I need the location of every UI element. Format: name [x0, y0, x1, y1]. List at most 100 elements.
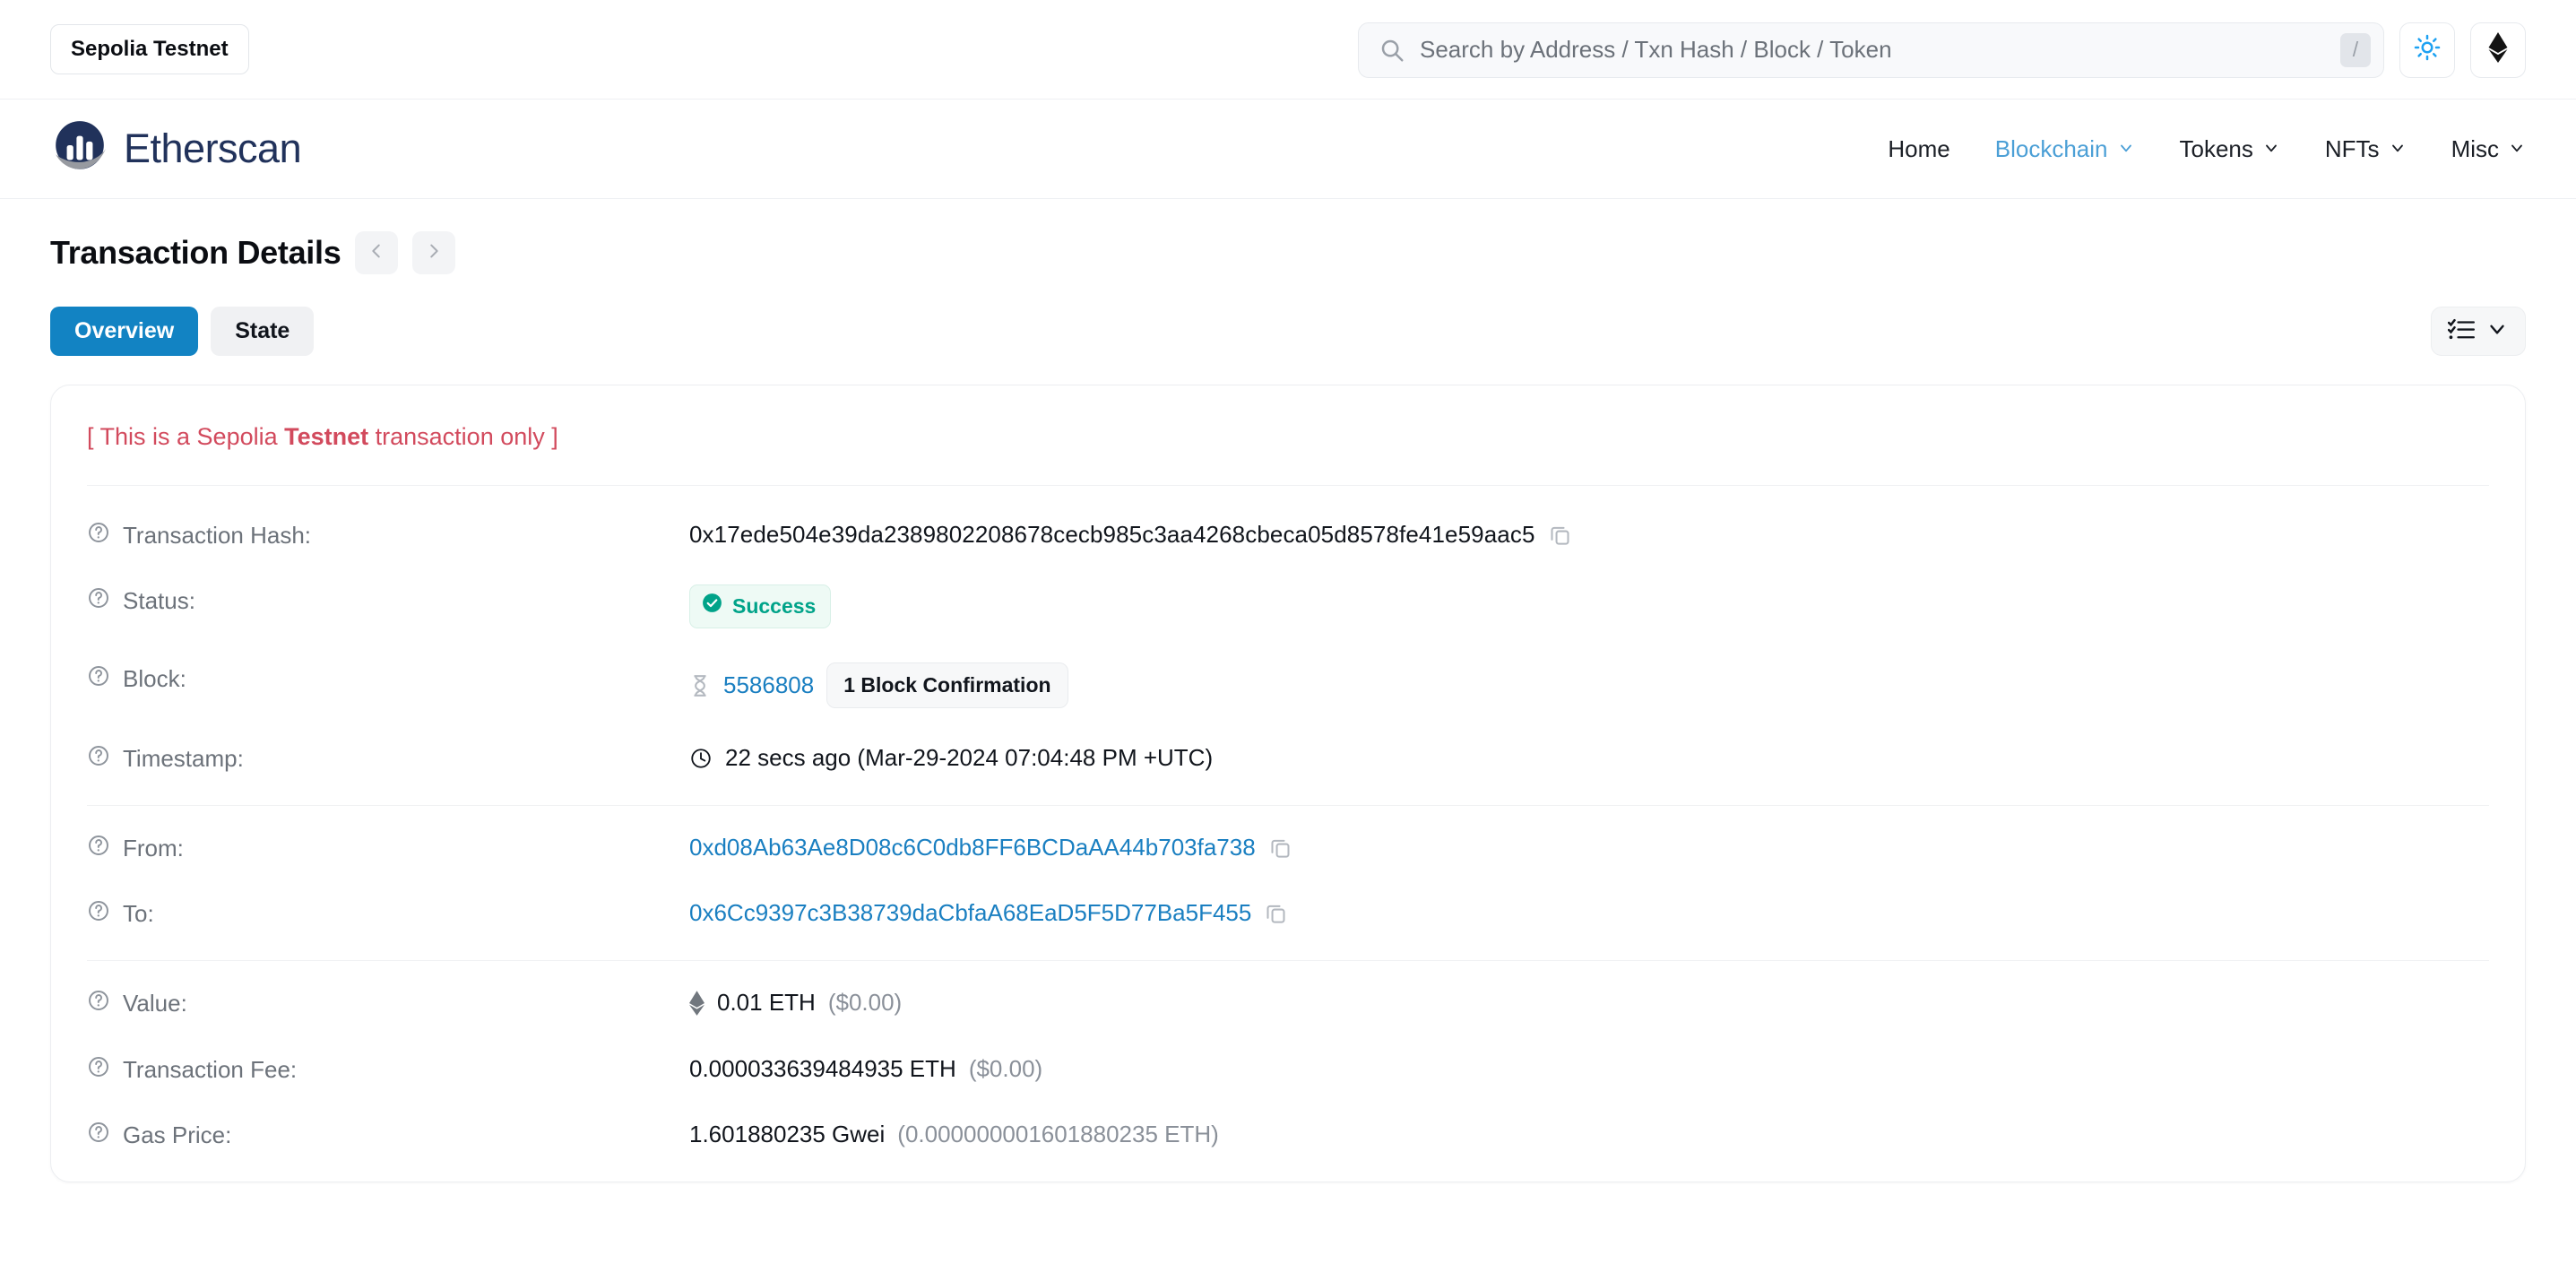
- help-icon[interactable]: [87, 1055, 110, 1085]
- ethereum-icon: [2488, 32, 2508, 67]
- label-text: Status:: [123, 587, 195, 615]
- copy-icon[interactable]: [1268, 835, 1292, 860]
- nav-item-label: Tokens: [2180, 135, 2253, 163]
- row-status: Status: Success: [87, 567, 2489, 645]
- label-text: To:: [123, 900, 154, 928]
- group-participants: From: 0xd08Ab63Ae8D08c6C0db8FF6BCDaAA44b…: [87, 806, 2489, 961]
- group-transaction-identity: Transaction Hash: 0x17ede504e39da2389802…: [87, 486, 2489, 806]
- transaction-details-card: [ This is a Sepolia Testnet transaction …: [50, 385, 2526, 1182]
- help-icon[interactable]: [87, 521, 110, 550]
- topbar-right-cluster: /: [1358, 0, 2526, 100]
- nav-item-label: Blockchain: [1995, 135, 2108, 163]
- chevron-down-icon: [2117, 135, 2135, 163]
- value-transaction-hash: 0x17ede504e39da2389802208678cecb985c3aa4…: [689, 519, 2489, 550]
- label-status: Status:: [87, 584, 689, 616]
- next-transaction-button[interactable]: [412, 231, 455, 274]
- chain-selector-button[interactable]: [2470, 22, 2526, 78]
- nav-links: Home Blockchain Tokens NFTs Misc: [1888, 135, 2526, 163]
- help-icon[interactable]: [87, 834, 110, 863]
- status-badge: Success: [689, 584, 831, 628]
- value-transaction-fee: 0.000033639484935 ETH ($0.00): [689, 1053, 2489, 1085]
- tab-overview[interactable]: Overview: [50, 307, 198, 356]
- value-block: 5586808 1 Block Confirmation: [689, 662, 2489, 708]
- row-from: From: 0xd08Ab63Ae8D08c6C0db8FF6BCDaAA44b…: [87, 815, 2489, 880]
- label-text: Transaction Fee:: [123, 1056, 297, 1084]
- help-icon[interactable]: [87, 899, 110, 929]
- to-address-link[interactable]: 0x6Cc9397c3B38739daCbfaA68EaD5F5D77Ba5F4…: [689, 897, 1251, 929]
- value-eth-amount: 0.01 ETH: [717, 987, 816, 1018]
- page-title: Transaction Details: [50, 234, 341, 272]
- nav-item-tokens[interactable]: Tokens: [2180, 135, 2280, 163]
- label-timestamp: Timestamp:: [87, 742, 689, 774]
- value-to: 0x6Cc9397c3B38739daCbfaA68EaD5F5D77Ba5F4…: [689, 897, 2489, 929]
- search-shortcut-key[interactable]: /: [2340, 33, 2371, 67]
- nav-item-misc[interactable]: Misc: [2451, 135, 2526, 163]
- label-from: From:: [87, 832, 689, 863]
- prev-transaction-button[interactable]: [355, 231, 398, 274]
- testnet-notice-suffix: transaction only ]: [368, 423, 558, 450]
- value-from: 0xd08Ab63Ae8D08c6C0db8FF6BCDaAA44b703fa7…: [689, 832, 2489, 863]
- brand-home-link[interactable]: Etherscan: [50, 117, 301, 181]
- search-box[interactable]: /: [1358, 22, 2384, 78]
- row-block: Block: 5586808 1 Block Confirmation: [87, 645, 2489, 725]
- ethereum-icon: [689, 991, 705, 1016]
- transaction-hash-text: 0x17ede504e39da2389802208678cecb985c3aa4…: [689, 519, 1535, 550]
- gas-price-gwei: 1.601880235 Gwei: [689, 1119, 885, 1150]
- label-gas-price: Gas Price:: [87, 1119, 689, 1150]
- chevron-right-icon: [424, 241, 444, 265]
- label-text: Timestamp:: [123, 745, 244, 773]
- timestamp-text: 22 secs ago (Mar-29-2024 07:04:48 PM +UT…: [725, 742, 1213, 774]
- label-to: To:: [87, 897, 689, 929]
- help-icon[interactable]: [87, 1121, 110, 1150]
- page-header: Transaction Details: [50, 199, 2526, 274]
- block-number-link[interactable]: 5586808: [723, 670, 814, 701]
- copy-icon[interactable]: [1264, 901, 1288, 925]
- testnet-notice-emphasis: Testnet: [284, 423, 368, 450]
- row-to: To: 0x6Cc9397c3B38739daCbfaA68EaD5F5D77B…: [87, 880, 2489, 946]
- row-gas-price: Gas Price: 1.601880235 Gwei (0.000000001…: [87, 1102, 2489, 1167]
- sun-icon: [2414, 34, 2441, 65]
- row-timestamp: Timestamp: 22 secs ago (Mar-29-2024 07:0…: [87, 725, 2489, 791]
- nav-item-blockchain[interactable]: Blockchain: [1995, 135, 2135, 163]
- top-utility-bar: Sepolia Testnet /: [0, 0, 2576, 100]
- copy-icon[interactable]: [1548, 523, 1572, 547]
- checklist-icon: [2448, 317, 2475, 345]
- view-options-button[interactable]: [2431, 307, 2526, 356]
- hourglass-icon: [689, 674, 711, 697]
- label-value: Value:: [87, 987, 689, 1018]
- row-value: Value: 0.01 ETH ($0.00): [87, 970, 2489, 1035]
- testnet-notice: [ This is a Sepolia Testnet transaction …: [87, 385, 2489, 486]
- help-icon[interactable]: [87, 744, 110, 774]
- label-transaction-fee: Transaction Fee:: [87, 1053, 689, 1085]
- nav-item-home[interactable]: Home: [1888, 135, 1949, 163]
- status-badge-label: Success: [732, 593, 816, 620]
- help-icon[interactable]: [87, 664, 110, 694]
- chevron-down-icon: [2389, 135, 2407, 163]
- row-transaction-fee: Transaction Fee: 0.000033639484935 ETH (…: [87, 1036, 2489, 1102]
- chevron-down-icon: [2262, 135, 2280, 163]
- chevron-left-icon: [367, 241, 386, 265]
- network-selector-button[interactable]: Sepolia Testnet: [50, 24, 249, 74]
- search-icon: [1379, 37, 1405, 64]
- page-body: Transaction Details Overview State: [0, 199, 2576, 1182]
- gas-price-eth: (0.000000001601880235 ETH): [897, 1119, 1219, 1150]
- block-confirmation-badge: 1 Block Confirmation: [826, 662, 1068, 708]
- group-amounts: Value: 0.01 ETH ($0.00): [87, 961, 2489, 1181]
- help-icon[interactable]: [87, 586, 110, 616]
- nav-item-label: Misc: [2451, 135, 2499, 163]
- fee-fiat-amount: ($0.00): [969, 1053, 1042, 1085]
- search-input[interactable]: [1420, 36, 2326, 64]
- label-text: Gas Price:: [123, 1121, 231, 1149]
- nav-item-nfts[interactable]: NFTs: [2325, 135, 2407, 163]
- theme-toggle-button[interactable]: [2399, 22, 2455, 78]
- tab-state[interactable]: State: [211, 307, 314, 356]
- value-timestamp: 22 secs ago (Mar-29-2024 07:04:48 PM +UT…: [689, 742, 2489, 774]
- label-text: Value:: [123, 990, 187, 1017]
- nav-item-label: Home: [1888, 135, 1949, 163]
- value-gas-price: 1.601880235 Gwei (0.000000001601880235 E…: [689, 1119, 2489, 1150]
- from-address-link[interactable]: 0xd08Ab63Ae8D08c6C0db8FF6BCDaAA44b703fa7…: [689, 832, 1256, 863]
- help-icon[interactable]: [87, 989, 110, 1018]
- check-circle-icon: [701, 592, 723, 621]
- clock-icon: [689, 747, 713, 770]
- label-block: Block:: [87, 662, 689, 694]
